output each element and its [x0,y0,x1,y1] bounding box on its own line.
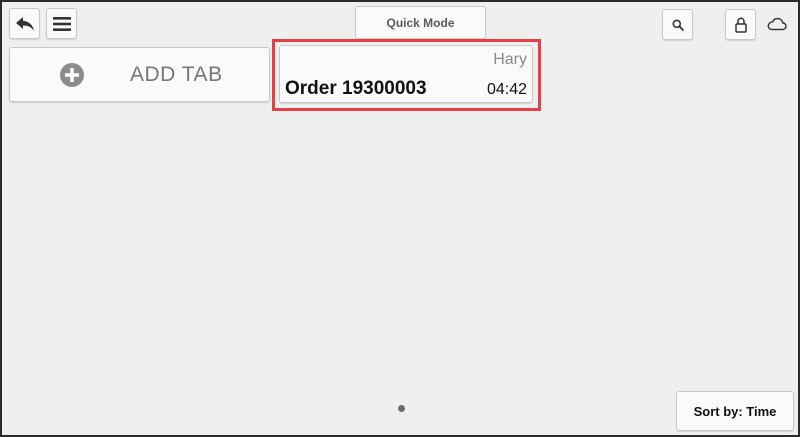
pos-tab-screen: Quick Mode ADD TAB Hary Order 19300003 0… [0,0,800,437]
lock-button[interactable] [725,9,756,40]
lock-icon [734,17,747,33]
cloud-icon [767,17,787,31]
search-button[interactable] [662,9,693,40]
back-button[interactable] [9,8,40,39]
search-icon [672,19,684,31]
sort-by-label: Sort by: Time [693,403,777,419]
plus-circle-icon [60,63,84,87]
order-tab-card[interactable]: Hary Order 19300003 04:42 [279,45,533,103]
back-arrow-icon [15,16,34,31]
sort-by-button[interactable]: Sort by: Time [676,391,794,431]
order-user-name: Hary [493,51,527,68]
quick-mode-button[interactable]: Quick Mode [355,6,486,39]
page-indicator-dot[interactable] [398,405,405,412]
hamburger-menu-icon [52,16,71,31]
add-tab-button[interactable]: ADD TAB [9,47,270,102]
add-tab-label: ADD TAB [130,62,223,86]
menu-button[interactable] [46,8,77,39]
quick-mode-label: Quick Mode [386,15,455,30]
cloud-sync-indicator[interactable] [766,16,788,32]
order-title: Order 19300003 [285,78,427,99]
order-time: 04:42 [486,81,527,98]
